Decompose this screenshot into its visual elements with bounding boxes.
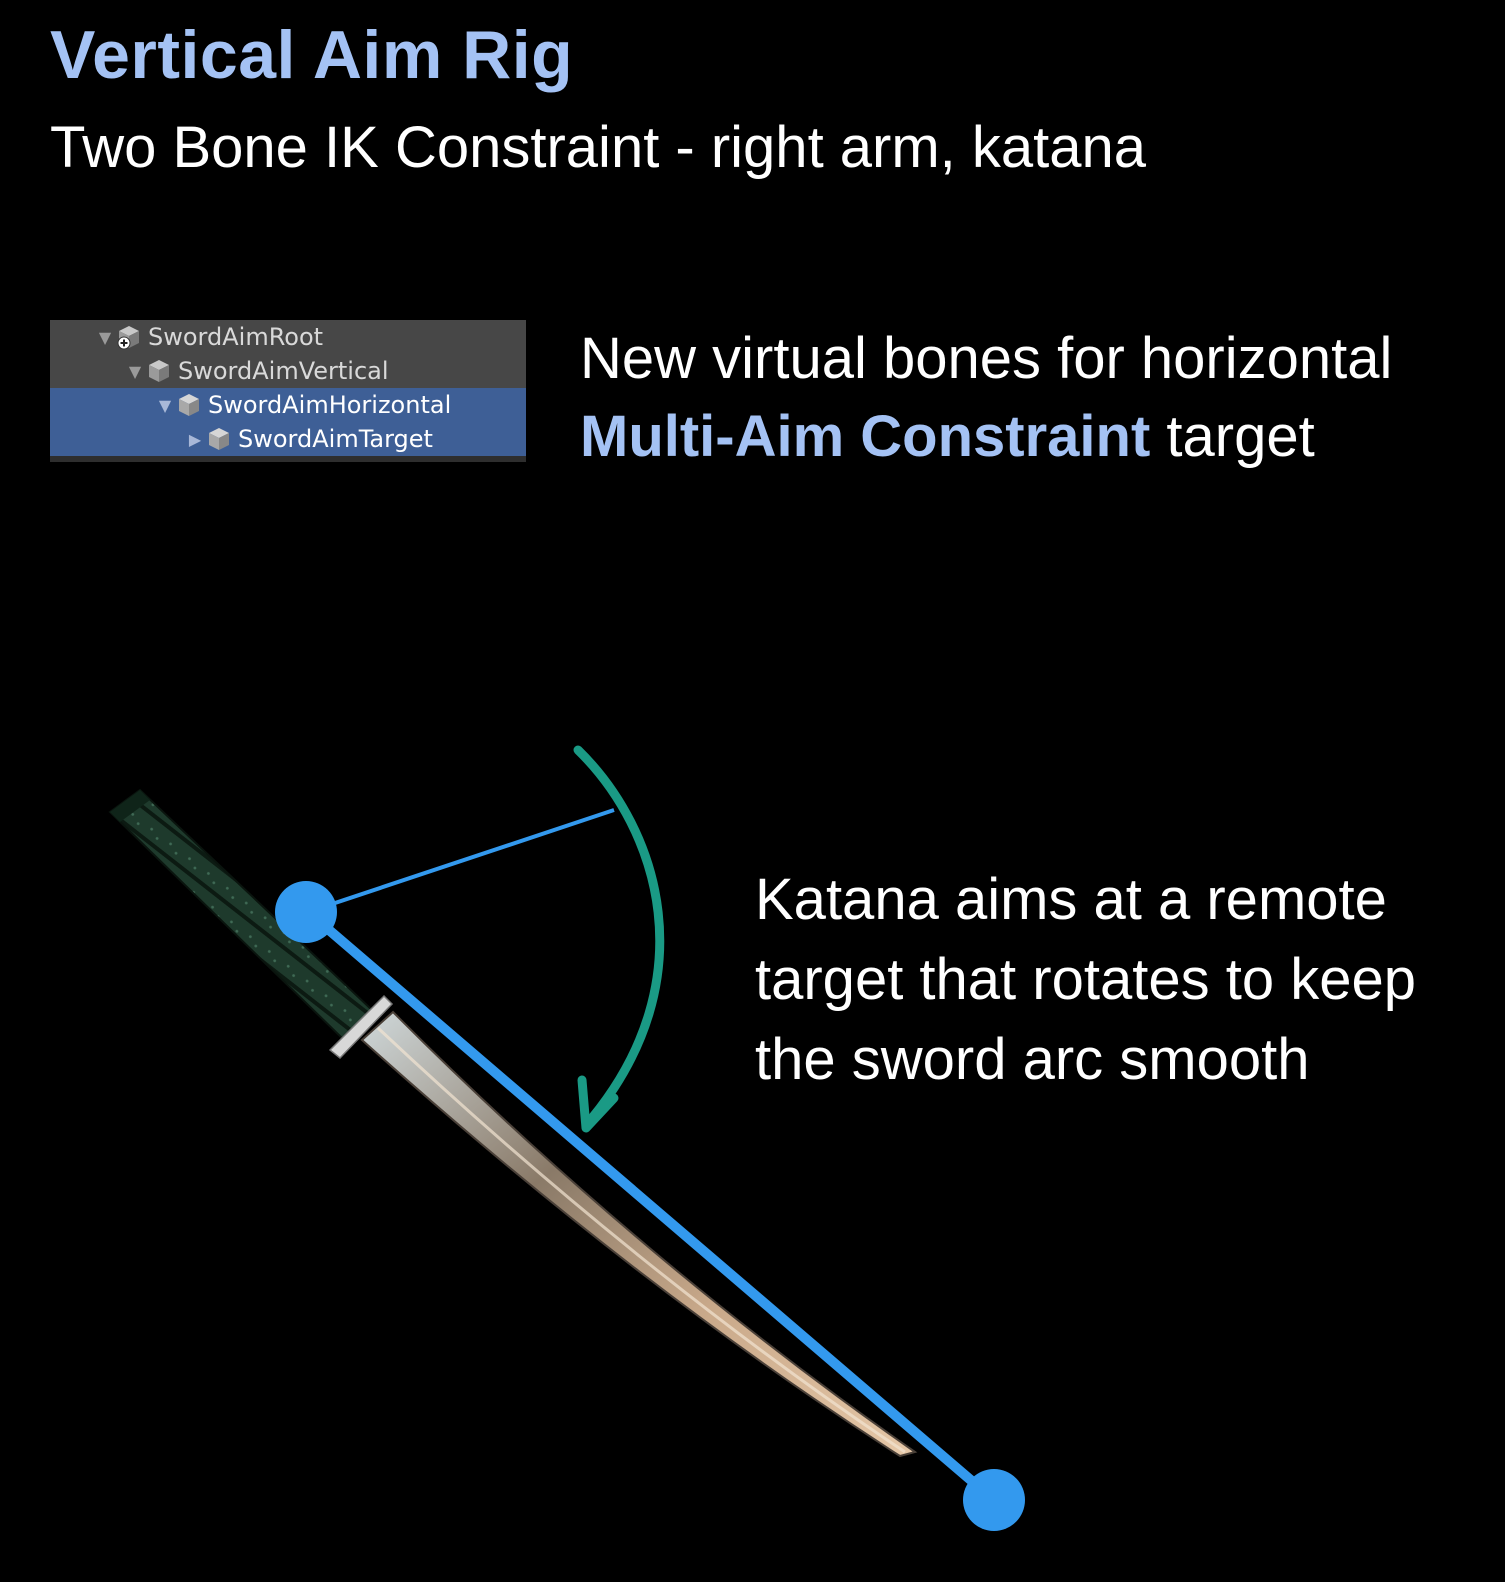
katana-aim-diagram [108, 745, 1025, 1531]
rotation-arc [573, 745, 665, 1123]
rotated-aim-line [307, 808, 615, 914]
katana-blade [360, 1010, 918, 1458]
pivot-joint[interactable] [275, 881, 337, 943]
aim-target-joint[interactable] [963, 1469, 1025, 1531]
